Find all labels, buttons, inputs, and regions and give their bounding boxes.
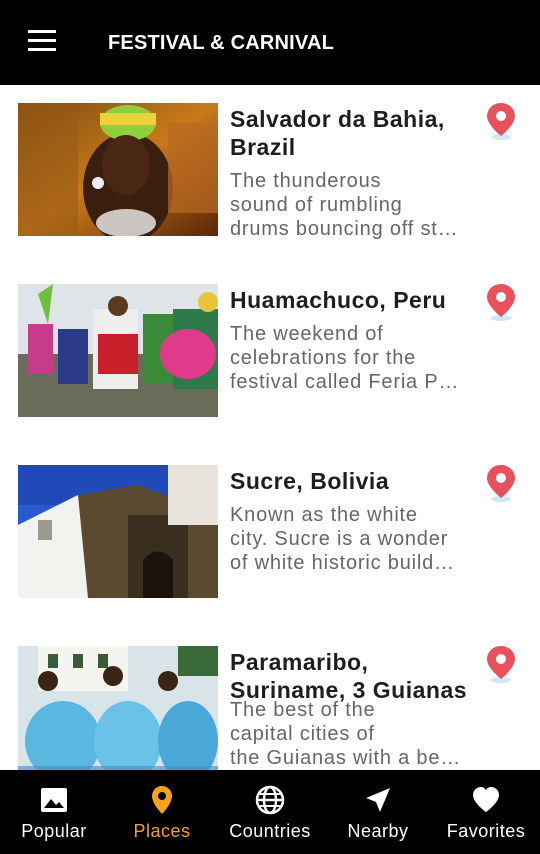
map-pin-icon[interactable] — [484, 463, 518, 503]
place-description: The weekend of celebrations for the festiv… — [230, 323, 460, 393]
place-name[interactable]: Paramaribo, Suriname, 3 Guianas — [230, 648, 490, 704]
place-description: The thunderous sound of rumbling drums bou… — [230, 170, 459, 240]
heart-icon — [473, 787, 499, 812]
globe-icon — [255, 785, 285, 815]
tab-label: Nearby — [347, 821, 409, 841]
place-name[interactable]: Huamachuco, Peru — [230, 286, 490, 314]
tab-label: Popular — [21, 821, 87, 841]
bottom-navigation: Popular Places Countries Nearby Favorite… — [0, 770, 540, 854]
hamburger-menu-icon[interactable] — [28, 30, 56, 52]
app-bar: FESTIVAL & CARNIVAL — [0, 0, 540, 85]
tab-favorites[interactable]: Favorites — [432, 770, 540, 854]
place-description: The best of the capital cities of the Guia… — [230, 699, 462, 769]
tab-label: Places — [133, 821, 191, 841]
tab-places[interactable]: Places — [108, 770, 216, 854]
image-icon — [41, 788, 67, 812]
place-thumbnail[interactable] — [18, 646, 218, 770]
place-name[interactable]: Salvador da Bahia, Brazil — [230, 105, 490, 161]
place-thumbnail[interactable] — [18, 465, 218, 598]
place-thumbnail[interactable] — [18, 284, 218, 417]
page-title: FESTIVAL & CARNIVAL — [108, 32, 335, 54]
navigation-arrow-icon — [366, 788, 390, 812]
map-pin-icon[interactable] — [484, 101, 518, 141]
list-item[interactable]: Sucre, Bolivia Known as the white city. S… — [0, 447, 540, 628]
place-description: Known as the white city. Sucre is a wonde… — [230, 504, 455, 574]
list-item[interactable]: Paramaribo, Suriname, 3 Guianas The best… — [0, 628, 540, 770]
places-list[interactable]: Salvador da Bahia, Brazil The thunderous… — [0, 85, 540, 770]
list-item[interactable]: Salvador da Bahia, Brazil The thunderous… — [0, 85, 540, 266]
map-pin-icon[interactable] — [484, 282, 518, 322]
tab-label: Countries — [229, 821, 311, 841]
tab-label: Favorites — [446, 821, 526, 841]
place-thumbnail[interactable] — [18, 103, 218, 236]
place-name[interactable]: Sucre, Bolivia — [230, 467, 490, 495]
list-item[interactable]: Huamachuco, Peru The weekend of celebrati… — [0, 266, 540, 447]
tab-popular[interactable]: Popular — [0, 770, 108, 854]
tab-nearby[interactable]: Nearby — [324, 770, 432, 854]
map-pin-icon[interactable] — [484, 644, 518, 684]
tab-countries[interactable]: Countries — [216, 770, 324, 854]
location-pin-icon — [152, 786, 172, 814]
